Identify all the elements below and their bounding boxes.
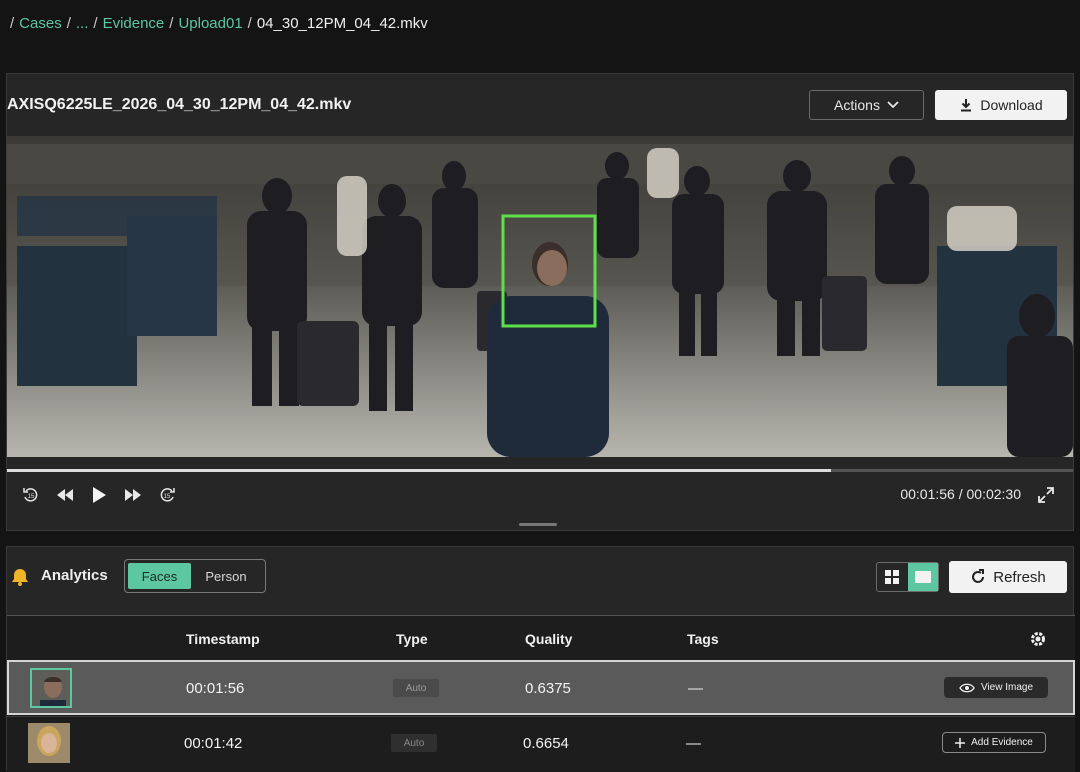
playback-controls: 15 15 — [21, 485, 177, 505]
download-button[interactable]: Download — [935, 90, 1067, 120]
plus-icon — [955, 737, 966, 748]
row-tags: — — [686, 735, 701, 752]
resize-handle[interactable] — [519, 523, 557, 526]
analytics-header: Analytics Faces Person Refresh — [7, 547, 1075, 609]
breadcrumb-separator: / — [10, 15, 15, 32]
breadcrumb-separator: / — [93, 15, 98, 32]
column-timestamp[interactable]: Timestamp — [186, 631, 260, 647]
rewind-15-icon[interactable]: 15 — [21, 485, 41, 505]
refresh-icon — [972, 569, 985, 583]
video-progress-fill — [7, 469, 832, 472]
view-image-label: View Image — [980, 682, 1034, 693]
table-row[interactable]: 00:01:56 Auto 0.6375 — View Image — [7, 660, 1075, 715]
breadcrumb-separator: / — [247, 15, 252, 32]
view-image-button[interactable]: View Image — [944, 677, 1048, 698]
analytics-tab-group: Faces Person — [124, 559, 266, 593]
video-progress-bar[interactable] — [7, 469, 1073, 472]
skip-forward-icon[interactable] — [123, 485, 143, 505]
download-label: Download — [980, 97, 1043, 113]
surveillance-video-image — [7, 136, 1073, 457]
forward-15-icon[interactable]: 15 — [157, 485, 177, 505]
download-icon — [961, 99, 972, 112]
svg-text:15: 15 — [28, 494, 35, 500]
column-type[interactable]: Type — [396, 631, 428, 647]
table-header: Timestamp Type Quality Tags — [7, 616, 1075, 660]
tab-person[interactable]: Person — [191, 563, 261, 589]
grid-view-icon[interactable] — [877, 563, 908, 591]
list-view-icon[interactable] — [907, 563, 938, 591]
face-thumbnail[interactable] — [28, 723, 70, 763]
refresh-button[interactable]: Refresh — [949, 561, 1067, 593]
play-icon[interactable] — [89, 485, 109, 505]
gear-icon[interactable] — [1029, 630, 1047, 648]
add-evidence-label: Add Evidence — [971, 737, 1033, 748]
breadcrumb-ellipsis[interactable]: ... — [76, 15, 89, 32]
video-frame[interactable] — [7, 136, 1073, 457]
chevron-down-icon — [887, 101, 899, 109]
face-thumbnail[interactable] — [30, 668, 72, 708]
row-timestamp: 00:01:56 — [186, 680, 245, 697]
time-display: 00:01:56 / 00:02:30 — [900, 486, 1021, 502]
breadcrumb-evidence[interactable]: Evidence — [103, 15, 165, 32]
breadcrumb-separator: / — [169, 15, 174, 32]
type-badge: Auto — [393, 679, 439, 697]
view-toggle — [876, 562, 939, 592]
breadcrumb: / Cases / ... / Evidence / Upload01 / 04… — [10, 15, 428, 32]
refresh-label: Refresh — [993, 568, 1046, 586]
skip-back-icon[interactable] — [55, 485, 75, 505]
breadcrumb-cases[interactable]: Cases — [19, 15, 62, 32]
analytics-panel: Analytics Faces Person Refresh Timestamp… — [6, 546, 1075, 772]
breadcrumb-upload01[interactable]: Upload01 — [178, 15, 242, 32]
eye-icon — [959, 683, 975, 692]
type-badge: Auto — [391, 734, 437, 752]
top-bar: / Cases / ... / Evidence / Upload01 / 04… — [0, 0, 1080, 60]
row-timestamp: 00:01:42 — [184, 735, 243, 752]
row-tags: — — [688, 680, 703, 697]
video-player-panel: AXISQ6225LE_2026_04_30_12PM_04_42.mkv Ac… — [6, 73, 1074, 531]
actions-label: Actions — [834, 97, 880, 113]
row-quality: 0.6375 — [525, 680, 571, 697]
analytics-title: Analytics — [41, 567, 108, 584]
actions-dropdown-button[interactable]: Actions — [809, 90, 924, 120]
tab-faces[interactable]: Faces — [128, 563, 191, 589]
column-tags[interactable]: Tags — [687, 631, 719, 647]
analytics-table: Timestamp Type Quality Tags 00:01:56 Aut… — [7, 615, 1075, 772]
column-quality[interactable]: Quality — [525, 631, 572, 647]
fullscreen-icon[interactable] — [1037, 486, 1055, 504]
row-quality: 0.6654 — [523, 735, 569, 752]
breadcrumb-current-file: 04_30_12PM_04_42.mkv — [256, 15, 428, 32]
svg-text:15: 15 — [164, 494, 171, 500]
add-evidence-button[interactable]: Add Evidence — [942, 732, 1046, 753]
video-title: AXISQ6225LE_2026_04_30_12PM_04_42.mkv — [7, 96, 352, 113]
table-row[interactable]: 00:01:42 Auto 0.6654 — Add Evidence — [7, 716, 1075, 771]
bell-icon — [12, 569, 28, 586]
breadcrumb-separator: / — [66, 15, 71, 32]
